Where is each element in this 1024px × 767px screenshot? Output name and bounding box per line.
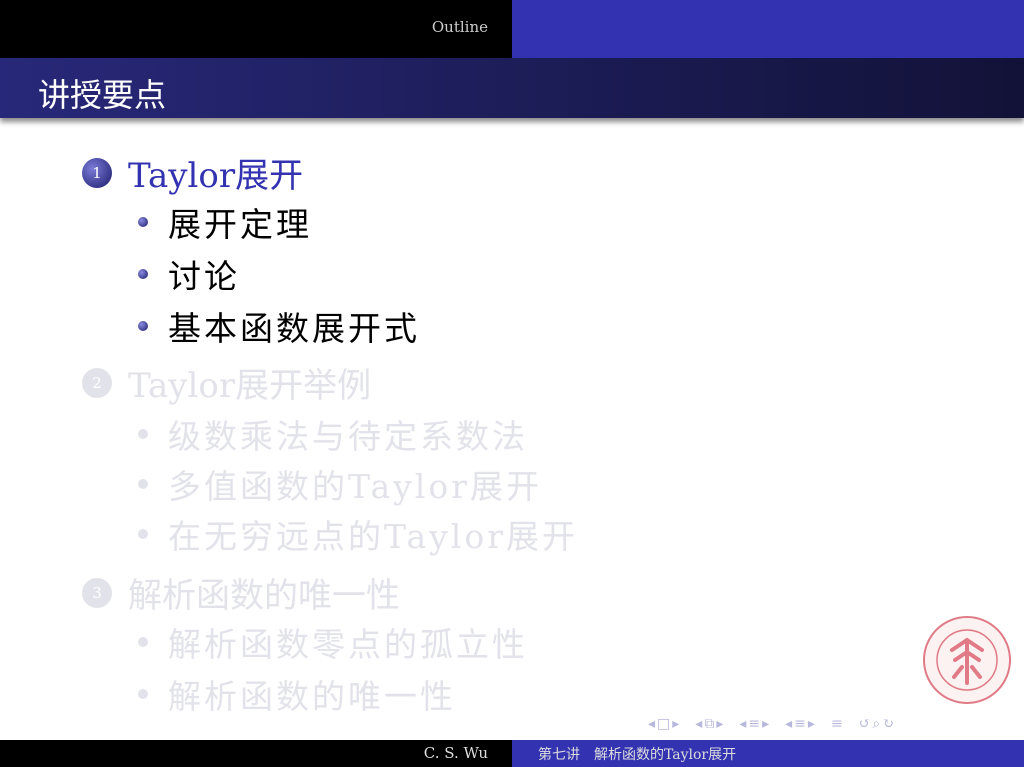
- bullet-icon: [138, 429, 148, 439]
- outline-label[interactable]: Outline: [432, 18, 488, 36]
- section-1[interactable]: 1 Taylor展开: [82, 148, 303, 197]
- beamer-navigation: ◂□▸ ◂⧉▸ ◂≡▸ ◂≡▸ ≡ ↺⌕↻: [648, 716, 896, 732]
- nav-frame-icon[interactable]: ◂□▸: [648, 716, 681, 732]
- subsection-label: 解析函数零点的孤立性: [168, 625, 528, 664]
- subsection-item[interactable]: 基本函数展开式: [138, 302, 420, 350]
- nav-appendix-icon[interactable]: ≡: [831, 716, 845, 732]
- section-number-badge: 2: [82, 367, 112, 398]
- footer-left: C. S. Wu: [0, 740, 512, 767]
- subsection-item[interactable]: 讨论: [138, 250, 240, 298]
- section-number-badge: 3: [82, 577, 112, 608]
- nav-section-icon[interactable]: ◂≡▸: [739, 716, 771, 732]
- frame-title-bar: 讲授要点: [0, 58, 1024, 118]
- subsection-item[interactable]: 解析函数的唯一性: [138, 670, 456, 718]
- bullet-icon: [138, 321, 148, 331]
- subsection-item[interactable]: 多值函数的Taylor展开: [138, 460, 542, 508]
- subsection-label: 解析函数的唯一性: [168, 677, 456, 716]
- subsection-label: 展开定理: [168, 205, 312, 244]
- subsection-item[interactable]: 解析函数零点的孤立性: [138, 618, 528, 666]
- section-label: 解析函数的唯一性: [128, 576, 400, 616]
- nav-subsection-icon[interactable]: ◂⧉▸: [695, 716, 725, 732]
- frame-title: 讲授要点: [38, 76, 167, 114]
- nav-search-back-icon[interactable]: ↺⌕↻: [859, 716, 896, 732]
- footer-title: 第七讲 解析函数的Taylor展开: [538, 747, 737, 763]
- subsection-label: 讨论: [168, 257, 240, 296]
- header-right: [512, 0, 1024, 58]
- header-left: Outline: [0, 0, 512, 58]
- section-3[interactable]: 3 解析函数的唯一性: [82, 568, 400, 617]
- subsection-label: 级数乘法与待定系数法: [168, 417, 528, 456]
- footer-author: C. S. Wu: [423, 744, 488, 762]
- university-logo: [923, 616, 1011, 704]
- nav-document-icon[interactable]: ◂≡▸: [785, 716, 817, 732]
- subsection-label: 基本函数展开式: [168, 309, 420, 348]
- section-2[interactable]: 2 Taylor展开举例: [82, 358, 371, 407]
- bullet-icon: [138, 529, 148, 539]
- subsection-label: 多值函数的Taylor展开: [168, 467, 542, 506]
- bullet-icon: [138, 217, 148, 227]
- section-number-badge: 1: [82, 157, 112, 188]
- subsection-label: 在无穷远点的Taylor展开: [168, 517, 578, 556]
- section-label: Taylor展开: [128, 156, 304, 196]
- subsection-item[interactable]: 级数乘法与待定系数法: [138, 410, 528, 458]
- footer-right: 第七讲 解析函数的Taylor展开: [512, 740, 1024, 767]
- bullet-icon: [138, 479, 148, 489]
- subsection-item[interactable]: 展开定理: [138, 198, 312, 246]
- subsection-item[interactable]: 在无穷远点的Taylor展开: [138, 510, 578, 558]
- bullet-icon: [138, 689, 148, 699]
- section-label: Taylor展开举例: [128, 366, 372, 406]
- bullet-icon: [138, 269, 148, 279]
- bullet-icon: [138, 637, 148, 647]
